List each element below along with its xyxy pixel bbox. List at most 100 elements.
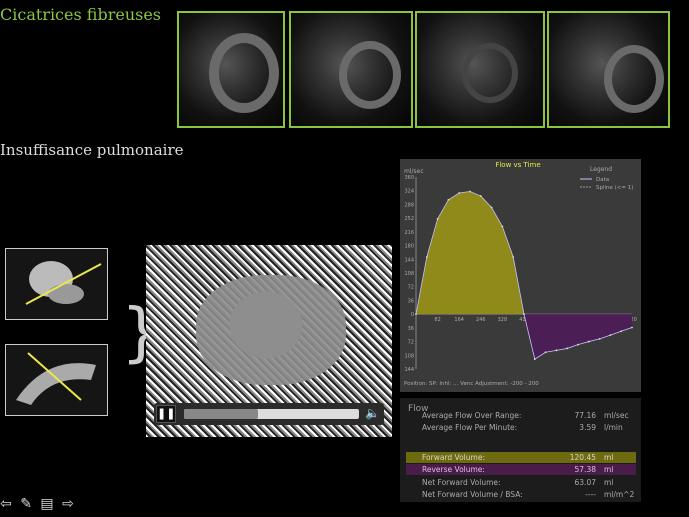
flow-row-unit: ml xyxy=(604,453,614,462)
flow-data-point xyxy=(555,349,558,352)
section-title-fibrous-scars: Cicatrices fibreuses xyxy=(0,5,162,24)
flow-row-unit: ml xyxy=(604,478,614,487)
y-tick-label: 324 xyxy=(404,189,414,195)
flow-row: Net Forward Volume / BSA: ---- ml/m^2 xyxy=(406,489,636,500)
chart-footer: Position: SP: Inhl: ... Venc Adjustment:… xyxy=(404,381,539,387)
flow-data-point xyxy=(479,195,482,197)
flow-data-point xyxy=(501,225,504,228)
flow-row-value: ---- xyxy=(585,490,596,499)
flow-data-point xyxy=(512,256,515,258)
x-tick-label: 246 xyxy=(476,317,486,323)
flow-row: Reverse Volume: 57.38 ml xyxy=(406,464,636,475)
y-tick-label: 252 xyxy=(404,216,414,222)
y-tick-label: 288 xyxy=(404,202,414,208)
chart-ylabel: ml/sec xyxy=(404,168,424,175)
flow-row: Average Flow Per Minute: 3.59 l/min xyxy=(406,422,636,433)
flow-row-label: Net Forward Volume / BSA: xyxy=(422,490,523,499)
flow-row-label: Reverse Volume: xyxy=(422,465,485,474)
flow-row-unit: l/min xyxy=(604,423,623,432)
flow-data-point xyxy=(631,326,633,329)
forward-flow-area xyxy=(416,191,524,315)
y-tick-label: 108 xyxy=(404,353,414,359)
mri-thumbnail-1[interactable] xyxy=(177,11,285,128)
flow-row: Net Forward Volume: 63.07 ml xyxy=(406,477,636,488)
flow-row-value: 57.38 xyxy=(574,465,596,474)
chart-svg: Flow vs Time ml/sec Legend Data Spline (… xyxy=(404,161,637,387)
mri-thumbnail-2[interactable] xyxy=(289,11,413,128)
flow-results-panel: Flow Average Flow Over Range: 77.16 ml/sec… xyxy=(400,398,641,502)
pen-icon[interactable]: ✎ xyxy=(20,496,32,512)
heart-shape xyxy=(339,41,401,109)
flow-data-point xyxy=(415,313,417,316)
flow-data-point xyxy=(447,198,450,201)
flow-row-value: 77.16 xyxy=(574,411,596,420)
menu-icon[interactable]: ▤ xyxy=(40,496,53,512)
flow-row-unit: ml/sec xyxy=(604,411,629,420)
y-tick-label: 72 xyxy=(408,340,414,346)
flow-data-point xyxy=(577,343,579,346)
flow-vs-time-chart: Flow vs Time ml/sec Legend Data Spline (… xyxy=(400,159,641,392)
slide-navigation: ⇦ ✎ ▤ ⇨ xyxy=(0,496,78,512)
x-tick-label: 328 xyxy=(498,317,508,323)
x-tick-label: 82 xyxy=(434,317,440,323)
y-tick-label: 0 xyxy=(411,312,414,318)
flow-data-point xyxy=(620,330,623,333)
y-tick-label: 360 xyxy=(404,175,414,181)
video-controls: ❚❚ 🔈 xyxy=(154,403,384,425)
flow-data-point xyxy=(598,338,601,340)
mri-thumbnail-4[interactable] xyxy=(547,11,670,128)
mri-thumbnail-3[interactable] xyxy=(415,11,545,128)
reverse-flow-area xyxy=(524,314,632,360)
back-arrow-icon[interactable]: ⇦ xyxy=(0,496,12,512)
flow-row-label: Average Flow Over Range: xyxy=(422,411,522,420)
video-progress-fill xyxy=(184,409,258,419)
flow-row-value: 63.07 xyxy=(574,478,596,487)
flow-row: Average Flow Over Range: 77.16 ml/sec xyxy=(406,410,636,421)
flow-row-unit: ml/m^2 xyxy=(604,490,635,499)
flow-data-point xyxy=(436,218,439,220)
section-title-pulmonary-insufficiency: Insuffisance pulmonaire xyxy=(0,141,184,159)
flow-data-point xyxy=(544,351,547,354)
flow-row-unit: ml xyxy=(604,465,614,474)
heart-region xyxy=(196,275,346,385)
brace-connector: } xyxy=(121,296,162,370)
flow-data-point xyxy=(566,347,569,350)
reference-image-1-graphic xyxy=(6,249,107,319)
flow-data-point xyxy=(523,313,525,316)
heart-shape xyxy=(462,43,518,103)
flow-row: Forward Volume: 120.45 ml xyxy=(406,452,636,463)
chart-title: Flow vs Time xyxy=(495,161,540,169)
legend-title: Legend xyxy=(590,166,612,173)
reference-image-2[interactable] xyxy=(5,344,108,416)
pause-button[interactable]: ❚❚ xyxy=(156,405,176,423)
reference-image-1[interactable] xyxy=(5,248,108,320)
flow-row-value: 120.45 xyxy=(569,453,596,462)
y-tick-label: 72 xyxy=(408,285,414,291)
flow-row-label: Net Forward Volume: xyxy=(422,478,501,487)
flow-row-value: 3.59 xyxy=(579,423,596,432)
volume-icon[interactable]: 🔈 xyxy=(365,406,380,420)
y-tick-label: 36 xyxy=(408,326,414,332)
flow-data-point xyxy=(425,256,428,258)
flow-row-label: Forward Volume: xyxy=(422,453,485,462)
flow-data-point xyxy=(458,192,461,194)
x-tick-label: 164 xyxy=(454,317,464,323)
forward-arrow-icon[interactable]: ⇨ xyxy=(62,496,74,512)
flow-data-point xyxy=(490,206,493,209)
y-tick-label: 36 xyxy=(408,298,414,304)
flow-data-point xyxy=(533,358,536,360)
heart-shape xyxy=(604,45,664,113)
phase-contrast-video[interactable]: ❚❚ 🔈 xyxy=(146,245,392,437)
heart-shape xyxy=(209,33,279,113)
video-progress-track[interactable] xyxy=(184,409,359,419)
legend-spline-label: Spline (<= 1) xyxy=(596,185,633,191)
y-tick-label: 144 xyxy=(404,367,414,373)
flow-data-point xyxy=(469,190,471,193)
reference-image-2-graphic xyxy=(6,345,107,415)
y-tick-label: 216 xyxy=(404,230,414,236)
y-tick-label: 144 xyxy=(404,257,414,263)
y-tick-label: 180 xyxy=(404,244,414,250)
flow-row-label: Average Flow Per Minute: xyxy=(422,423,518,432)
flow-data-point xyxy=(609,334,612,336)
legend-data-label: Data xyxy=(596,177,609,183)
